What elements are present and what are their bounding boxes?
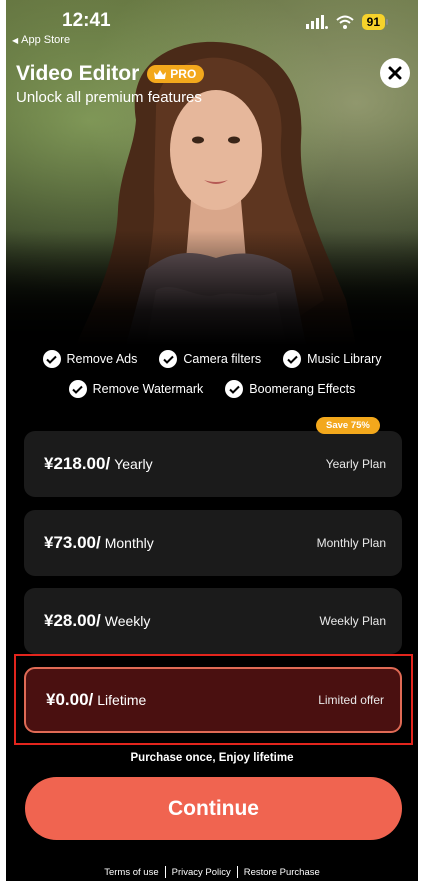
- plan-price-group: ¥73.00/Monthly: [44, 533, 154, 553]
- plan-name: Yearly Plan: [325, 457, 386, 471]
- battery-tip: [386, 19, 388, 25]
- plan-monthly[interactable]: ¥73.00/Monthly Monthly Plan: [24, 510, 402, 576]
- plan-period: Yearly: [114, 456, 153, 472]
- check-icon: [225, 380, 244, 398]
- battery-icon: 91: [361, 14, 388, 30]
- feature-item: Music Library: [283, 350, 382, 368]
- subtitle: Unlock all premium features: [16, 89, 202, 106]
- paywall-screen: 12:41 ◀ App Store 91 Video Editor PRO Un…: [6, 0, 418, 881]
- footer-links: Terms of use Privacy Policy Restore Purc…: [6, 866, 418, 878]
- status-time: 12:41: [62, 10, 111, 31]
- plan-price-group: ¥218.00/Yearly: [44, 454, 153, 474]
- terms-link[interactable]: Terms of use: [104, 867, 158, 878]
- feature-row-1: Remove Ads Camera filters Music Library: [6, 350, 418, 368]
- save-badge: Save 75%: [316, 417, 380, 434]
- plan-price: ¥73.00/: [44, 533, 101, 552]
- feature-label: Remove Watermark: [92, 382, 204, 396]
- plan-weekly[interactable]: ¥28.00/Weekly Weekly Plan: [24, 588, 402, 654]
- feature-label: Boomerang Effects: [249, 382, 356, 396]
- feature-label: Music Library: [307, 352, 382, 366]
- feature-item: Boomerang Effects: [225, 380, 355, 398]
- feature-row-2: Remove Watermark Boomerang Effects: [6, 380, 418, 398]
- plan-period: Weekly: [104, 613, 151, 629]
- divider: [164, 866, 166, 878]
- check-icon: [42, 350, 61, 368]
- feature-item: Camera filters: [159, 350, 261, 368]
- pro-badge-label: PRO: [170, 67, 197, 81]
- back-chevron-icon: ◀: [12, 35, 19, 45]
- back-to-app-store-link[interactable]: ◀ App Store: [12, 34, 70, 46]
- plan-price: ¥28.00/: [44, 611, 101, 630]
- continue-button[interactable]: Continue: [25, 777, 402, 840]
- close-button[interactable]: [380, 58, 410, 88]
- hero-photo: [6, 0, 418, 345]
- check-icon: [283, 350, 302, 368]
- battery-level: 91: [361, 14, 385, 30]
- purchase-note: Purchase once, Enjoy lifetime: [130, 752, 294, 764]
- plan-price-group: ¥28.00/Weekly: [44, 611, 150, 631]
- plan-period: Monthly: [104, 535, 154, 551]
- plan-name: Monthly Plan: [316, 536, 386, 550]
- status-icons: 91: [305, 14, 388, 30]
- privacy-link[interactable]: Privacy Policy: [172, 867, 231, 878]
- back-label: App Store: [21, 34, 71, 46]
- feature-list: Remove Ads Camera filters Music Library: [6, 350, 418, 410]
- pro-badge: PRO: [147, 65, 205, 83]
- title-row: Video Editor PRO: [16, 62, 205, 86]
- close-icon: [388, 66, 402, 80]
- plan-name: Weekly Plan: [319, 614, 386, 628]
- feature-label: Remove Ads: [66, 352, 138, 366]
- check-icon: [68, 380, 87, 398]
- page-title: Video Editor: [16, 62, 140, 85]
- restore-purchase-link[interactable]: Restore Purchase: [244, 867, 320, 878]
- wifi-icon: [335, 15, 354, 29]
- divider: [236, 866, 238, 878]
- check-icon: [159, 350, 178, 368]
- crown-icon: [154, 69, 167, 79]
- selection-highlight: [14, 654, 413, 745]
- signal-icon: [305, 15, 328, 29]
- feature-item: Remove Ads: [42, 350, 138, 368]
- feature-item: Remove Watermark: [68, 380, 204, 398]
- plan-price: ¥218.00/: [44, 454, 111, 473]
- plan-yearly[interactable]: ¥218.00/Yearly Yearly Plan: [24, 431, 402, 497]
- feature-label: Camera filters: [183, 352, 262, 366]
- hero-fade: [6, 230, 418, 345]
